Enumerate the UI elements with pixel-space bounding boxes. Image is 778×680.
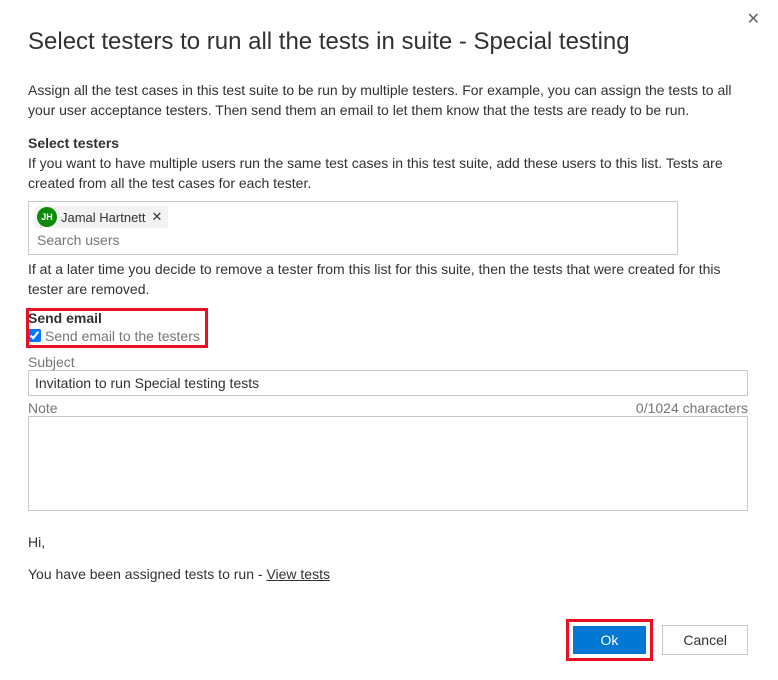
char-counter: 0/1024 characters: [636, 400, 748, 416]
intro-text: Assign all the test cases in this test s…: [28, 80, 748, 121]
dialog-title: Select testers to run all the tests in s…: [28, 28, 748, 56]
ok-highlight: Ok: [569, 622, 651, 658]
view-tests-link[interactable]: View tests: [266, 566, 330, 582]
send-email-checkbox-label: Send email to the testers: [45, 328, 200, 344]
subject-label: Subject: [28, 354, 748, 370]
tester-name: Jamal Hartnett: [61, 210, 146, 225]
send-email-checkbox[interactable]: [28, 329, 41, 342]
select-testers-heading: Select testers: [28, 135, 748, 151]
email-greeting: Hi,: [28, 534, 748, 550]
dialog-buttons: Ok Cancel: [569, 622, 748, 658]
search-users-input[interactable]: [35, 228, 671, 250]
tester-picker[interactable]: JH Jamal Hartnett ✕: [28, 201, 678, 255]
ok-button[interactable]: Ok: [573, 626, 647, 654]
note-label: Note: [28, 400, 58, 416]
select-testers-desc: If you want to have multiple users run t…: [28, 153, 748, 194]
cancel-button[interactable]: Cancel: [662, 625, 748, 655]
send-email-heading: Send email: [28, 310, 200, 326]
send-email-checkbox-row[interactable]: Send email to the testers: [28, 328, 200, 344]
send-email-section: Send email Send email to the testers: [28, 310, 206, 346]
assigned-prefix: You have been assigned tests to run -: [28, 566, 266, 582]
assigned-line: You have been assigned tests to run - Vi…: [28, 566, 748, 582]
close-icon[interactable]: ✕: [743, 8, 764, 32]
subject-input[interactable]: [28, 370, 748, 396]
remove-tester-note: If at a later time you decide to remove …: [28, 259, 748, 300]
remove-tester-icon[interactable]: ✕: [150, 209, 163, 225]
note-textarea[interactable]: [28, 416, 748, 511]
tester-chip: JH Jamal Hartnett ✕: [35, 206, 168, 228]
avatar: JH: [37, 207, 57, 227]
